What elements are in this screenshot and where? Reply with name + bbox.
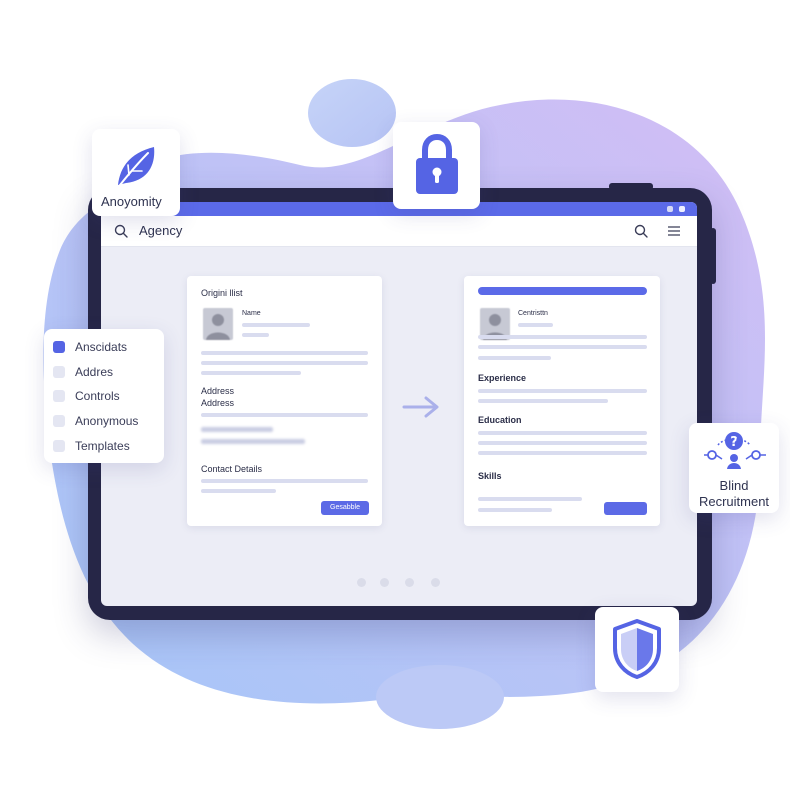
- text-line: [478, 497, 582, 501]
- tablet-side-button: [710, 228, 716, 284]
- search-icon[interactable]: [114, 224, 128, 238]
- text-line: [201, 371, 301, 375]
- address-label: Address: [201, 386, 235, 396]
- shield-badge: [595, 607, 679, 692]
- contact-details-label: Contact Details: [201, 464, 263, 474]
- text-line: [478, 451, 647, 455]
- address-label: Address: [201, 398, 235, 408]
- text-line: [201, 489, 276, 493]
- blind-recruitment-badge: ? Blind Recruitment: [689, 423, 779, 513]
- text-line: [201, 413, 368, 417]
- checkbox[interactable]: [53, 390, 65, 402]
- toolbar-title: Agency: [139, 223, 183, 238]
- arrow-right-icon: [402, 396, 439, 418]
- recruitment-label: Recruitment: [698, 494, 770, 509]
- filter-menu-panel: Anscidats Addres Controls Anonymous Temp…: [44, 329, 164, 463]
- svg-text:?: ?: [730, 435, 738, 450]
- question-network-icon: ?: [704, 432, 766, 469]
- menu-item-label: Anscidats: [75, 340, 128, 354]
- pagination-dot[interactable]: [380, 578, 389, 587]
- blind-label: Blind: [719, 478, 749, 493]
- checkbox-checked[interactable]: [53, 341, 65, 353]
- pagination-dot[interactable]: [357, 578, 366, 587]
- window-dot[interactable]: [679, 206, 685, 212]
- menu-item-anonymous[interactable]: Anonymous: [44, 411, 164, 433]
- text-line: [518, 323, 553, 327]
- generate-button[interactable]: Gesabble: [321, 501, 369, 515]
- text-line: [201, 361, 368, 365]
- leaf-icon: [118, 147, 155, 186]
- text-line: [478, 356, 551, 360]
- lock-icon: [416, 134, 458, 194]
- anonymity-label: Anoyomity: [101, 194, 162, 209]
- menu-item-anscidats[interactable]: Anscidats: [44, 337, 164, 359]
- text-line: [201, 351, 368, 355]
- text-line: [478, 399, 608, 403]
- menu-item-label: Controls: [75, 389, 120, 403]
- text-line: [478, 508, 552, 512]
- anonymized-action-button[interactable]: [604, 502, 647, 515]
- skills-label: Skills: [478, 471, 502, 481]
- blurred-text: [201, 439, 305, 444]
- text-line: [242, 323, 310, 327]
- card-title: Origini llist: [201, 288, 243, 298]
- text-line: [478, 345, 647, 349]
- text-line: [478, 441, 647, 445]
- text-line: [242, 333, 269, 337]
- menu-item-templates[interactable]: Templates: [44, 436, 164, 458]
- text-line: [478, 431, 647, 435]
- card-header-bar: [478, 287, 647, 295]
- checkbox[interactable]: [53, 366, 65, 378]
- avatar: [203, 308, 233, 340]
- text-line: [201, 479, 368, 483]
- pagination-dot[interactable]: [405, 578, 414, 587]
- original-list-card: Origini llist Name Address Address Conta…: [187, 276, 382, 526]
- lock-badge: [393, 122, 480, 209]
- education-label: Education: [478, 415, 522, 425]
- name-label: Name: [242, 310, 261, 317]
- search-icon[interactable]: [634, 224, 648, 238]
- app-toolbar: Agency: [101, 216, 697, 247]
- window-dot[interactable]: [667, 206, 673, 212]
- text-line: [478, 335, 647, 339]
- checkbox[interactable]: [53, 415, 65, 427]
- shield-icon: [613, 619, 661, 679]
- tablet-top-button: [609, 183, 653, 190]
- hamburger-icon[interactable]: [667, 225, 681, 237]
- checkbox[interactable]: [53, 440, 65, 452]
- text-line: [478, 389, 647, 393]
- blurred-text: [201, 427, 273, 432]
- menu-item-label: Anonymous: [75, 414, 139, 428]
- anonymized-card: Centristtn Experience Education Skills: [464, 276, 660, 526]
- menu-item-addres[interactable]: Addres: [44, 362, 164, 384]
- experience-label: Experience: [478, 373, 527, 383]
- pagination-dot[interactable]: [431, 578, 440, 587]
- menu-item-controls[interactable]: Controls: [44, 386, 164, 408]
- menu-item-label: Addres: [75, 365, 114, 379]
- candidate-label: Centristtn: [518, 310, 548, 317]
- menu-item-label: Templates: [75, 439, 130, 453]
- anonymity-badge: Anoyomity: [92, 129, 180, 216]
- tablet-screen: Agency Origini llist Name Address Addres…: [101, 202, 697, 606]
